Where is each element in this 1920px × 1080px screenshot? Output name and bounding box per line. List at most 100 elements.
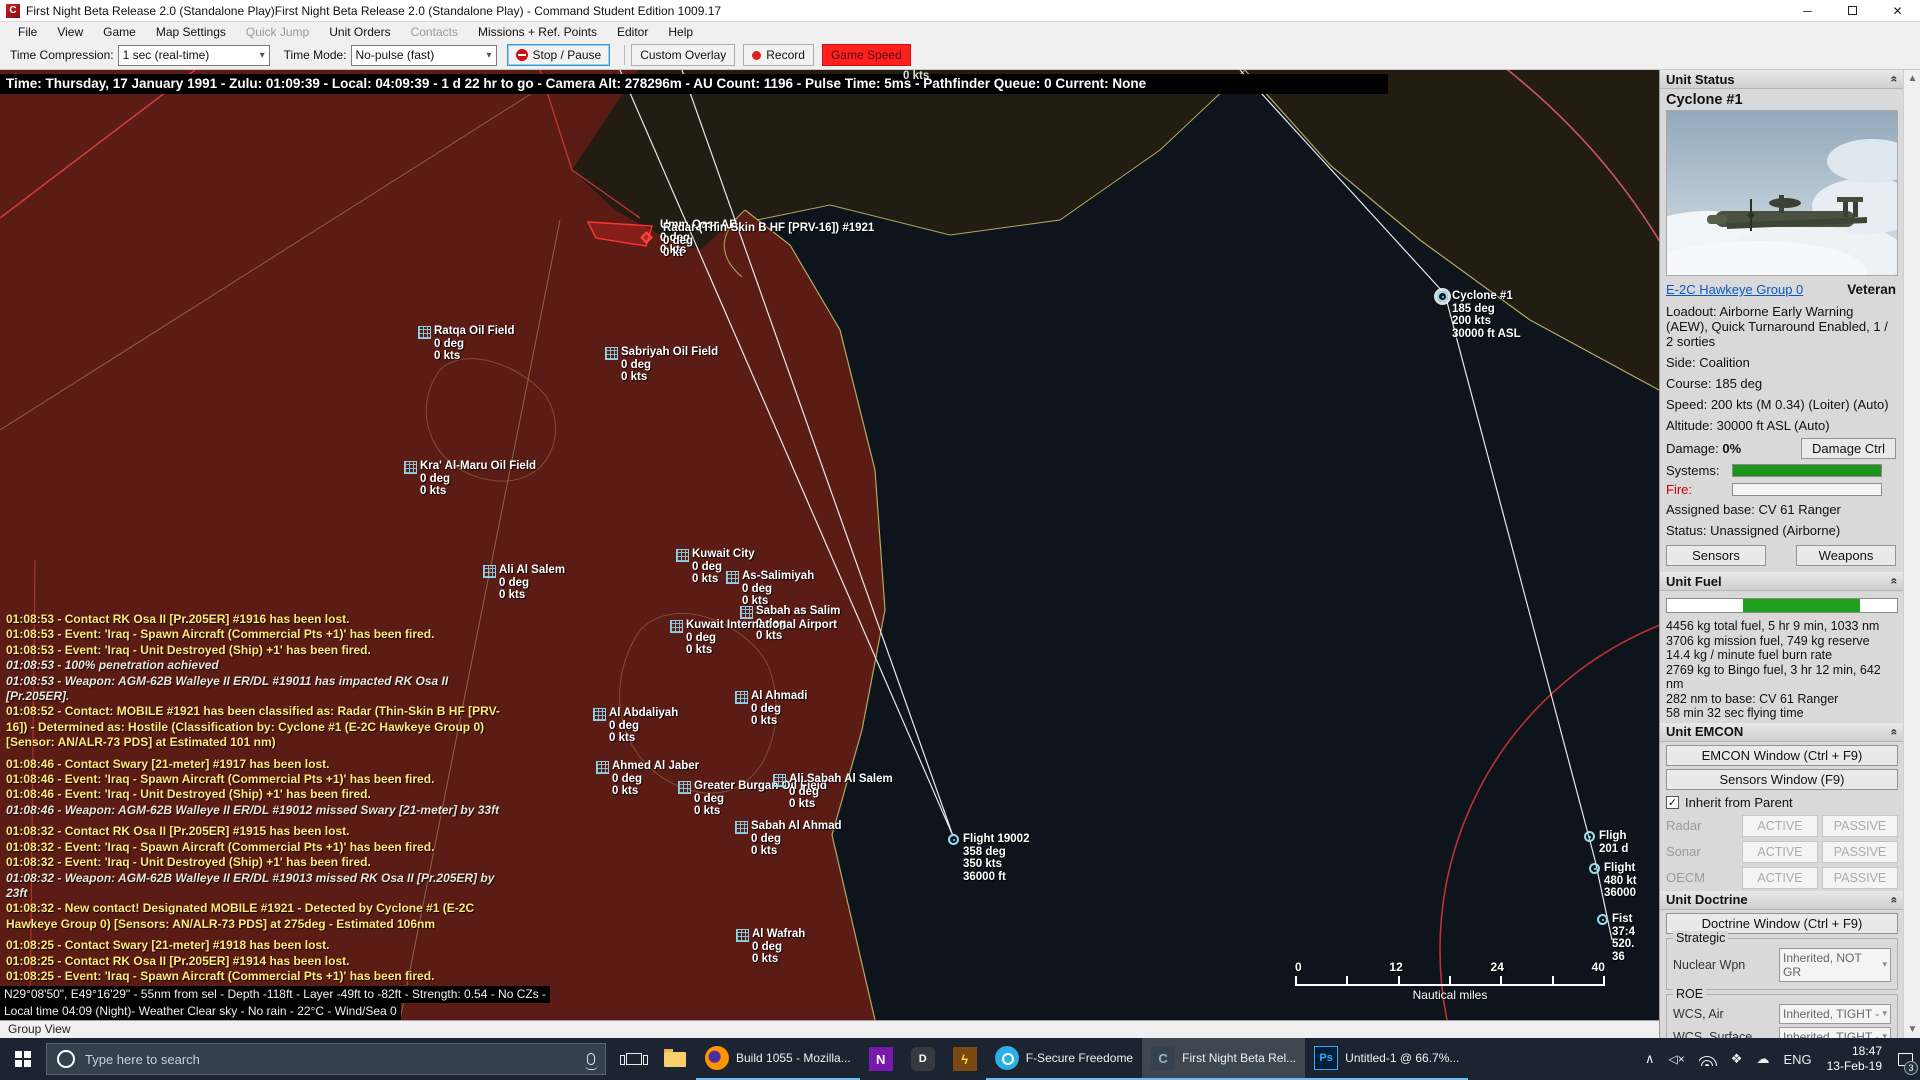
firstnight-icon: C (1151, 1046, 1175, 1070)
course-text: Course: 185 deg (1660, 373, 1904, 394)
menu-item-file[interactable]: File (8, 25, 47, 39)
scroll-up-icon[interactable]: ▲ (1904, 70, 1920, 87)
taskbar-app-firstnight[interactable]: CFirst Night Beta Rel... (1142, 1038, 1305, 1080)
emcon-passive-button[interactable]: PASSIVE (1822, 867, 1898, 889)
cursor-info-overlay: N29°08'50", E49°16'29" - 55nm from sel -… (0, 986, 550, 1020)
taskbar-search-input[interactable]: Type here to search (46, 1043, 606, 1075)
stop-pause-button[interactable]: Stop / Pause (507, 44, 611, 66)
facility-marker[interactable]: Ali Al Salem0 deg0 kts (483, 564, 565, 602)
doctrine-select[interactable]: Inherited, TIGHT -▾ (1779, 1004, 1891, 1024)
weapons-button[interactable]: Weapons (1796, 545, 1896, 566)
collapse-icon[interactable]: « (1888, 896, 1902, 903)
air-unit-icon (1437, 291, 1448, 302)
scroll-down-icon[interactable]: ▼ (1904, 1021, 1920, 1038)
damage-ctrl-button[interactable]: Damage Ctrl (1801, 438, 1896, 459)
facility-marker[interactable]: Ali Sabah Al Salem0 deg0 kts (773, 773, 893, 811)
doctrine-select[interactable]: Inherited, NOT GR▾ (1779, 948, 1891, 982)
tray-chevron-icon[interactable]: ∧ (1638, 1051, 1662, 1067)
menu-item-view[interactable]: View (47, 25, 93, 39)
emcon-sensor-label: Sonar (1666, 844, 1738, 859)
taskbar-app-freedome[interactable]: F-Secure Freedome (986, 1038, 1142, 1080)
custom-overlay-button[interactable]: Custom Overlay (631, 44, 735, 66)
menu-item-unit-orders[interactable]: Unit Orders (319, 25, 400, 39)
facility-marker[interactable]: Al Wafrah0 deg0 kts (736, 928, 805, 966)
close-button[interactable]: ✕ (1875, 0, 1920, 21)
map-viewport[interactable]: Time: Thursday, 17 January 1991 - Zulu: … (0, 70, 1659, 1020)
menu-item-missions-ref-points[interactable]: Missions + Ref. Points (468, 25, 607, 39)
record-button[interactable]: Record (743, 44, 814, 66)
doctrine-select[interactable]: Inherited, TIGHT -▾ (1779, 1027, 1891, 1039)
marker-label: Sabah Al Ahmad0 deg0 kts (751, 820, 842, 858)
unit-fuel-header[interactable]: Unit Fuel « (1660, 572, 1904, 591)
taskbar-app-firefox[interactable]: Build 1055 - Mozilla... (696, 1038, 860, 1080)
action-center-button[interactable]: 3 (1890, 1038, 1920, 1080)
taskbar-app-flash[interactable]: ϟ (944, 1038, 986, 1080)
collapse-icon[interactable]: « (1888, 728, 1902, 735)
maximize-button[interactable] (1830, 0, 1875, 21)
unit-doctrine-header[interactable]: Unit Doctrine « (1660, 891, 1904, 910)
dropbox-icon[interactable]: ❖ (1724, 1051, 1750, 1067)
window-title: First Night Beta Release 2.0 (Standalone… (26, 4, 721, 18)
facility-marker[interactable]: Al Abdaliyah0 deg0 kts (593, 707, 678, 745)
air-unit-marker[interactable]: Flight 19002358 deg350 kts36000 ft (948, 833, 1029, 883)
taskbar-app-discord[interactable]: D (902, 1038, 944, 1080)
sensors-button[interactable]: Sensors (1666, 545, 1766, 566)
microphone-icon[interactable] (587, 1053, 595, 1065)
group-link[interactable]: E-2C Hawkeye Group 0 (1666, 282, 1803, 297)
emcon-window-button[interactable]: EMCON Window (Ctrl + F9) (1666, 745, 1898, 766)
fuel-line: 2769 kg to Bingo fuel, 3 hr 12 min, 642 … (1666, 663, 1898, 692)
taskbar-clock[interactable]: 18:47 13-Feb-19 (1819, 1044, 1890, 1074)
language-indicator[interactable]: ENG (1776, 1052, 1818, 1067)
minimize-button[interactable]: ─ (1785, 0, 1830, 21)
emcon-active-button[interactable]: ACTIVE (1742, 867, 1818, 889)
emcon-active-button[interactable]: ACTIVE (1742, 841, 1818, 863)
collapse-icon[interactable]: « (1888, 578, 1902, 585)
taskbar-app-photoshop[interactable]: PsUntitled-1 @ 66.7%... (1305, 1038, 1468, 1080)
inherit-parent-checkbox[interactable]: ✓ (1666, 796, 1679, 809)
log-entry: 01:08:32 - New contact! Designated MOBIL… (6, 901, 506, 932)
air-unit-marker[interactable]: Cyclone #1185 deg200 kts30000 ft ASL (1437, 290, 1521, 340)
marker-label: Kuwait International Airport0 deg0 kts (686, 619, 837, 657)
time-compression-select[interactable]: 1 sec (real-time) ▾ (118, 45, 270, 66)
fuel-line: 14.4 kg / minute fuel burn rate (1666, 648, 1898, 663)
menu-item-editor[interactable]: Editor (607, 25, 658, 39)
taskbar-app-label: Build 1055 - Mozilla... (736, 1051, 851, 1065)
facility-icon (740, 606, 753, 619)
emcon-passive-button[interactable]: PASSIVE (1822, 841, 1898, 863)
taskbar-app-explorer[interactable] (654, 1038, 696, 1080)
air-unit-marker[interactable]: Fist37:4520.36 (1597, 913, 1635, 963)
task-view-button[interactable] (614, 1038, 654, 1080)
log-entry: 01:08:46 - Event: 'Iraq - Unit Destroyed… (6, 787, 506, 802)
fuel-details: 4456 kg total fuel, 5 hr 9 min, 1033 nm3… (1660, 617, 1904, 723)
air-unit-marker[interactable]: Flight480 kt36000 (1589, 862, 1637, 900)
facility-icon (418, 326, 431, 339)
fuel-line: 282 nm to base: CV 61 Ranger (1666, 692, 1898, 707)
emcon-passive-button[interactable]: PASSIVE (1822, 815, 1898, 837)
doctrine-row: WCS, SurfaceInherited, TIGHT -▾ (1673, 1027, 1891, 1039)
menu-item-help[interactable]: Help (658, 25, 703, 39)
sensors-window-button[interactable]: Sensors Window (F9) (1666, 769, 1898, 790)
time-mode-select[interactable]: No-pulse (fast) ▾ (351, 45, 497, 66)
facility-marker[interactable]: Al Ahmadi0 deg0 kts (735, 690, 807, 728)
air-unit-marker[interactable]: Fligh201 d (1584, 830, 1628, 855)
task-view-icon (626, 1053, 642, 1065)
start-button[interactable] (0, 1038, 46, 1080)
emcon-active-button[interactable]: ACTIVE (1742, 815, 1818, 837)
game-speed-button[interactable]: Game Speed (822, 44, 911, 66)
cloud-icon[interactable]: ☁ (1749, 1051, 1776, 1067)
facility-marker[interactable]: Kuwait International Airport0 deg0 kts (670, 619, 837, 657)
taskbar-app-onenote[interactable]: N (860, 1038, 902, 1080)
unit-status-header[interactable]: Unit Status « (1660, 70, 1904, 89)
facility-marker[interactable]: As-Salimiyah0 deg0 kts (726, 570, 814, 608)
facility-marker[interactable]: Sabah Al Ahmad0 deg0 kts (735, 820, 842, 858)
volume-muted-icon[interactable]: ◁× (1662, 1052, 1692, 1066)
facility-marker[interactable]: Kra' Al-Maru Oil Field0 deg0 kts (404, 460, 536, 498)
wifi-icon[interactable] (1692, 1053, 1724, 1066)
menu-item-map-settings[interactable]: Map Settings (146, 25, 236, 39)
facility-marker[interactable]: Ratqa Oil Field0 deg0 kts (418, 325, 515, 363)
unit-emcon-header[interactable]: Unit EMCON « (1660, 723, 1904, 742)
sidebar-scrollbar[interactable]: ▲ ▼ (1903, 70, 1920, 1038)
menu-item-game[interactable]: Game (93, 25, 146, 39)
facility-marker[interactable]: Sabriyah Oil Field0 deg0 kts (605, 346, 718, 384)
collapse-icon[interactable]: « (1888, 76, 1902, 83)
